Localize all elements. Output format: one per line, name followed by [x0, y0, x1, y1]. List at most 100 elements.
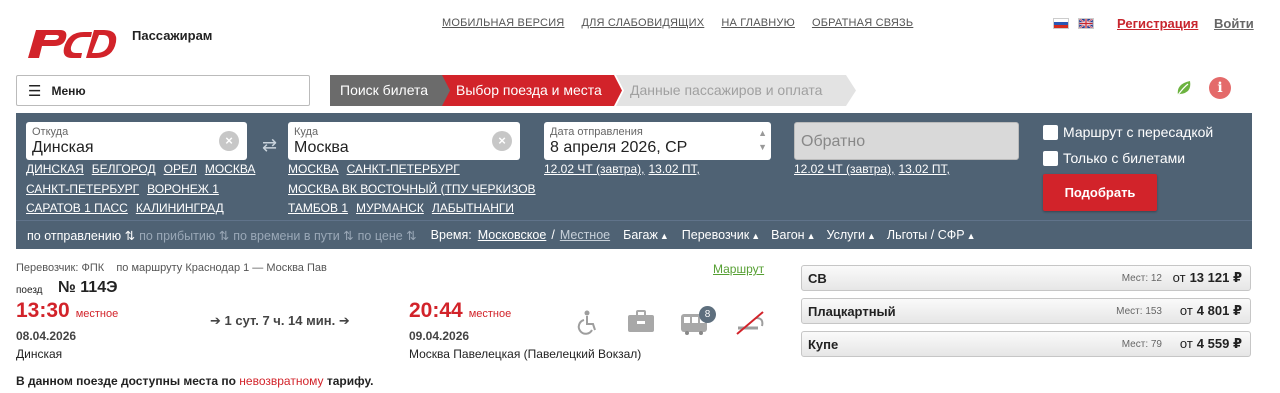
departure-date-value[interactable]: 8 апреля 2026, СР [550, 139, 687, 157]
return-quick-item[interactable]: 13.02 ПТ, [898, 162, 949, 176]
return-quick-list: 12.02 ЧТ (завтра), 13.02 ПТ, [794, 160, 958, 180]
departure-date-field[interactable]: Дата отправления 8 апреля 2026, СР ▲ ▼ [544, 122, 771, 160]
departure-date: 08.04.2026 [16, 329, 77, 343]
non-refundable-highlight: невозвратному [239, 374, 324, 388]
to-value[interactable]: Москва [294, 139, 349, 157]
to-quick-item[interactable]: МОСКВА ВК ВОСТОЧНЫЙ (ТПУ ЧЕРКИЗОВ [288, 182, 536, 196]
return-quick-item[interactable]: 12.02 ЧТ (завтра), [794, 162, 894, 176]
baggage-icon[interactable] [625, 306, 657, 338]
login-link[interactable]: Войти [1214, 16, 1254, 31]
sort-icon: ⇅ [124, 228, 136, 243]
step-search[interactable]: Поиск билета [330, 75, 452, 106]
return-date-placeholder[interactable]: Обратно [801, 133, 865, 151]
to-quick-item[interactable]: ТАМБОВ 1 [288, 201, 348, 215]
to-field[interactable]: Куда Москва × [288, 122, 520, 160]
eco-leaf-icon[interactable] [1174, 78, 1194, 98]
sort-by-arrival[interactable]: по прибытию ⇅ [139, 228, 229, 243]
wheelchair-icon[interactable] [572, 306, 604, 338]
from-field[interactable]: Откуда Динская × [26, 122, 247, 160]
from-quick-item[interactable]: ВОРОНЕЖ 1 [147, 182, 219, 196]
to-quick-item[interactable]: МОСКВА [288, 162, 339, 176]
caret-up-icon: ▲ [659, 231, 669, 241]
to-quick-item[interactable]: МУРМАНСК [356, 201, 424, 215]
sort-by-price[interactable]: по цене ⇅ [358, 228, 417, 243]
time-moscow-option[interactable]: Московское [478, 228, 547, 242]
info-icon[interactable]: i [1209, 77, 1231, 99]
transfer-checkbox-label: Маршрут с пересадкой [1063, 124, 1214, 140]
class-seats: Мест: 153 [1116, 305, 1162, 317]
filter-services[interactable]: Услуги ▲ [827, 228, 876, 242]
clear-from-icon[interactable]: × [219, 131, 239, 151]
to-quick-item[interactable]: САНКТ-ПЕТЕРБУРГ [347, 162, 460, 176]
filter-baggage[interactable]: Багаж ▲ [623, 228, 669, 242]
from-quick-item[interactable]: САНКТ-ПЕТЕРБУРГ [26, 182, 139, 196]
nav-feedback[interactable]: ОБРАТНАЯ СВЯЗЬ [812, 17, 913, 29]
from-quick-list: ДИНСКАЯ БЕЛГОРОД ОРЕЛ МОСКВА САНКТ-ПЕТЕРБУР… [26, 160, 263, 219]
from-label: Откуда [32, 126, 69, 138]
from-quick-item[interactable]: БЕЛГОРОД [92, 162, 156, 176]
sort-icon: ⇅ [406, 228, 417, 243]
caret-up-icon: ▲ [966, 231, 976, 241]
clear-to-icon[interactable]: × [492, 131, 512, 151]
to-quick-list: МОСКВА САНКТ-ПЕТЕРБУРГ МОСКВА ВК ВОСТОЧНЫ… [288, 160, 544, 219]
class-price: от 4 559 ₽ [1179, 336, 1242, 351]
class-seats: Мест: 79 [1121, 338, 1162, 350]
route-link[interactable]: Маршрут [713, 262, 764, 276]
brand-title: Пассажирам [132, 28, 213, 43]
nav-home[interactable]: НА ГЛАВНУЮ [721, 17, 795, 29]
from-quick-item[interactable]: САРАТОВ 1 ПАСС [26, 201, 128, 215]
sort-by-travel-time[interactable]: по времени в пути ⇅ [233, 228, 353, 243]
menu-label: Меню [51, 83, 86, 98]
swap-stations-icon[interactable]: ⇄ [262, 135, 277, 156]
sort-by-departure[interactable]: по отправлению ⇅ [27, 228, 135, 243]
class-name: Плацкартный [808, 303, 896, 319]
from-quick-item[interactable]: ДИНСКАЯ [26, 162, 84, 176]
time-local-option[interactable]: Местное [560, 228, 610, 242]
transfer-checkbox-box[interactable] [1043, 124, 1058, 140]
no-smoking-icon[interactable] [734, 306, 766, 338]
filter-benefits[interactable]: Льготы / СФР ▲ [887, 228, 976, 242]
russian-flag-icon[interactable] [1053, 18, 1069, 29]
from-value[interactable]: Динская [32, 139, 94, 157]
class-name: Купе [808, 336, 839, 352]
date-stepper-icon[interactable]: ▲ ▼ [758, 126, 767, 154]
transfer-checkbox[interactable]: Маршрут с пересадкой [1043, 124, 1213, 140]
arrival-date: 09.04.2026 [409, 329, 470, 343]
class-price: от 13 121 ₽ [1172, 270, 1242, 285]
to-label: Куда [294, 126, 319, 138]
to-quick-item[interactable]: ЛАБЫТНАНГИ [432, 201, 514, 215]
return-date-field[interactable]: Обратно [794, 122, 1019, 160]
nav-mobile-version[interactable]: МОБИЛЬНАЯ ВЕРСИЯ [442, 17, 564, 29]
from-quick-item[interactable]: МОСКВА [205, 162, 256, 176]
time-separator: / [551, 228, 555, 242]
class-option-kupe[interactable]: Купе Мест: 79 от 4 559 ₽ [801, 331, 1251, 357]
nav-low-vision[interactable]: ДЛЯ СЛАБОВИДЯЩИХ [581, 17, 704, 29]
rzd-logo[interactable] [24, 22, 120, 64]
travel-duration: ➔ 1 сут. 7 ч. 14 мин. ➔ [210, 313, 350, 328]
class-option-sv[interactable]: СВ Мест: 12 от 13 121 ₽ [801, 265, 1251, 291]
carrier-route-line: Перевозчик: ФПК по маршруту Краснодар 1 … [16, 262, 327, 274]
date-quick-item[interactable]: 13.02 ПТ, [648, 162, 699, 176]
top-nav: МОБИЛЬНАЯ ВЕРСИЯ ДЛЯ СЛАБОВИДЯЩИХ НА ГЛА… [442, 17, 913, 29]
caret-up-icon: ▲ [806, 231, 816, 241]
from-quick-item[interactable]: КАЛИНИНГРАД [136, 201, 224, 215]
register-link[interactable]: Регистрация [1117, 16, 1198, 31]
departure-time-note: местное [75, 308, 119, 320]
find-button[interactable]: Подобрать [1043, 174, 1157, 211]
filter-wagon[interactable]: Вагон ▲ [771, 228, 815, 242]
class-name: СВ [808, 270, 827, 286]
from-quick-item[interactable]: ОРЕЛ [164, 162, 197, 176]
caret-up-icon: ▲ [751, 231, 761, 241]
train-number[interactable]: № 114Э [58, 279, 117, 297]
tickets-only-checkbox[interactable]: Только с билетами [1043, 150, 1185, 166]
class-option-platskart[interactable]: Плацкартный Мест: 153 от 4 801 ₽ [801, 298, 1251, 324]
hamburger-icon: ☰ [28, 82, 42, 100]
train-label: поезд [16, 285, 43, 296]
tickets-only-checkbox-box[interactable] [1043, 150, 1058, 166]
departure-station: Динская [16, 347, 63, 361]
step-train-selection: Выбор поезда и места [442, 75, 622, 106]
date-quick-item[interactable]: 12.02 ЧТ (завтра), [544, 162, 644, 176]
filter-carrier[interactable]: Перевозчик ▲ [682, 228, 760, 242]
english-flag-icon[interactable] [1078, 18, 1094, 29]
menu-button[interactable]: ☰ Меню [16, 75, 310, 106]
